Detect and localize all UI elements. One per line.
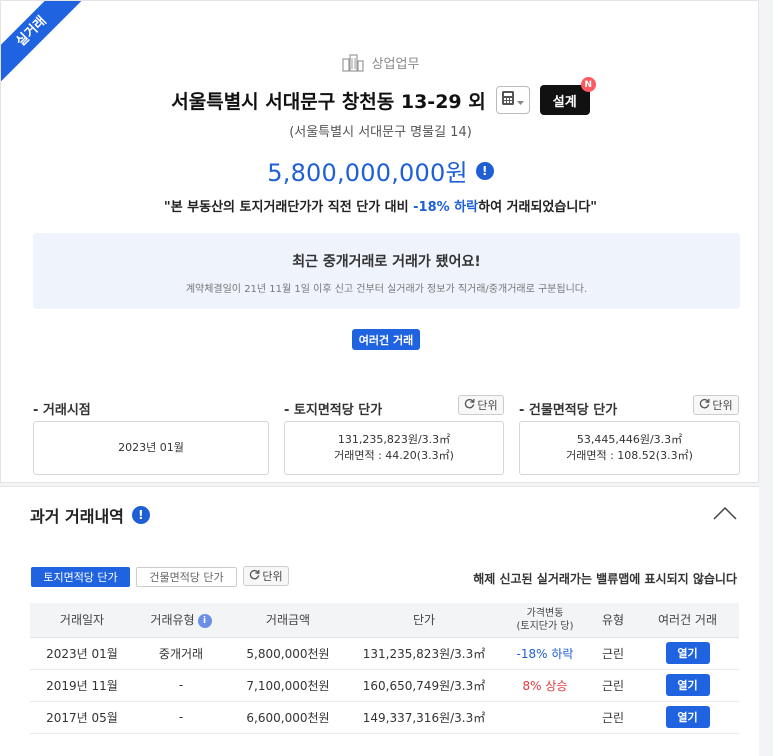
cell-type: - — [134, 701, 228, 734]
cell-type: 중개거래 — [134, 637, 228, 670]
real-transaction-ribbon: 실거래 — [1, 1, 88, 88]
refresh-icon — [699, 398, 710, 412]
category-label: 상업업무 — [371, 57, 420, 72]
cell-unit-price: 131,235,823원/3.3㎡ — [348, 637, 500, 670]
tab-building-price[interactable]: 건물면적당 단가 — [136, 567, 237, 587]
land-price-value: 131,235,823원/3.3㎡ — [337, 433, 451, 446]
cell-kind: 근린 — [590, 669, 636, 702]
cell-open: 열기 — [636, 669, 739, 702]
notice-title: 최근 중개거래로 거래가 됐어요! — [292, 254, 481, 270]
building-area-value: 거래면적 : 108.52(3.3㎡) — [566, 449, 693, 462]
open-button[interactable]: 열기 — [665, 642, 710, 664]
cell-change: -18% 하락 — [500, 637, 590, 670]
chevron-up-icon[interactable] — [713, 505, 737, 524]
notice-subtext: 계약체결일이 21년 11월 1일 이후 신고 건부터 실거래가 정보가 직거래… — [185, 284, 588, 295]
quote-suffix: 하여 거래되었습니다" — [478, 200, 598, 215]
new-badge: N — [580, 77, 596, 92]
calculator-button[interactable] — [495, 86, 530, 114]
price-row: 5,800,000,000원 ! — [1, 153, 758, 188]
cell-kind: 근린 — [590, 701, 636, 734]
tab-land-price[interactable]: 토지면적당 단가 — [31, 567, 130, 587]
cell-type: - — [134, 669, 228, 702]
open-button[interactable]: 열기 — [665, 674, 710, 696]
address-title: 서울특별시 서대문구 창천동 13-29 외 — [171, 90, 486, 113]
building-unit-button[interactable]: 단위 — [693, 395, 739, 415]
road-address: (서울특별시 서대문구 명물길 14) — [289, 125, 472, 140]
col-type-label: 거래유형 — [150, 613, 195, 628]
table-row: 2017년 05월 - 6,600,000천원 149,337,316원/3.3… — [30, 701, 739, 734]
building-price-box: 53,445,446원/3.3㎡ 거래면적 : 108.52(3.3㎡) — [519, 421, 740, 475]
cell-date: 2019년 11월 — [30, 669, 134, 702]
refresh-icon — [249, 569, 260, 583]
cell-change — [500, 701, 590, 734]
caret-down-icon — [517, 91, 525, 110]
cancel-notice: 해제 신고된 실거래가는 밸류맵에 표시되지 않습니다 — [473, 572, 737, 586]
deal-time-box: 2023년 01월 — [33, 421, 269, 475]
cell-open: 열기 — [636, 701, 739, 734]
col-change-line2: (토지단가 당) — [516, 620, 574, 632]
land-price-label: - 토지면적당 단가 — [284, 403, 383, 418]
price-change-quote: "본 부동산의 토지거래단가가 직전 단가 대비 -18% 하락하여 거래되었습… — [1, 196, 758, 215]
land-area-value: 거래면적 : 44.20(3.3㎡) — [334, 449, 454, 462]
unit-label: 단위 — [712, 399, 733, 412]
table-header-row: 거래일자 거래유형 i 거래금액 단가 가격변동 (토지단가 당) 유형 여러건 거… — [30, 603, 739, 638]
deal-price: 5,800,000,000원 — [267, 159, 468, 187]
col-change-line1: 가격변동 — [526, 607, 564, 619]
col-date: 거래일자 — [30, 603, 134, 638]
cell-open: 열기 — [636, 637, 739, 670]
col-multi: 여러건 거래 — [636, 603, 739, 638]
calculator-icon — [501, 90, 515, 110]
multi-deal-button[interactable]: 여러건 거래 — [352, 329, 420, 350]
open-button[interactable]: 열기 — [665, 706, 710, 728]
cell-unit-price: 149,337,316원/3.3㎡ — [348, 701, 500, 734]
info-icon[interactable]: ! — [131, 506, 150, 524]
brokered-notice: 최근 중개거래로 거래가 됐어요! 계약체결일이 21년 11월 1일 이후 신… — [33, 233, 740, 309]
history-unit-button[interactable]: 단위 — [243, 566, 289, 586]
col-amount: 거래금액 — [228, 603, 348, 638]
cell-unit-price: 160,650,749원/3.3㎡ — [348, 669, 500, 702]
col-type: 거래유형 i — [134, 603, 228, 638]
category: 상업업무 — [1, 53, 758, 72]
deal-time-value: 2023년 01월 — [118, 441, 184, 454]
unit-label: 단위 — [262, 570, 283, 583]
info-icon[interactable]: i — [197, 613, 212, 628]
building-price-value: 53,445,446원/3.3㎡ — [576, 433, 683, 446]
history-table: 거래일자 거래유형 i 거래금액 단가 가격변동 (토지단가 당) 유형 여러건 거… — [30, 603, 739, 734]
col-change: 가격변동 (토지단가 당) — [500, 603, 590, 638]
cell-kind: 근린 — [590, 637, 636, 670]
design-label: 설계 — [552, 94, 577, 110]
info-icon[interactable]: ! — [475, 161, 494, 180]
quote-prefix: "본 부동산의 토지거래단가가 직전 단가 대비 — [163, 200, 414, 215]
col-unit-price: 단가 — [348, 603, 500, 638]
cell-amount: 5,800,000천원 — [228, 637, 348, 670]
table-row: 2023년 01월 중개거래 5,800,000천원 131,235,823원/… — [30, 637, 739, 670]
cell-date: 2017년 05월 — [30, 701, 134, 734]
deal-time-label: - 거래시점 — [33, 403, 91, 418]
land-price-box: 131,235,823원/3.3㎡ 거래면적 : 44.20(3.3㎡) — [284, 421, 504, 475]
col-kind: 유형 — [590, 603, 636, 638]
refresh-icon — [464, 398, 475, 412]
unit-label: 단위 — [477, 399, 498, 412]
land-unit-button[interactable]: 단위 — [458, 395, 504, 415]
transaction-card: 실거래 상업업무 서울특별시 서대문구 창천동 13-29 외 설계 N (서울… — [0, 0, 759, 483]
building-price-label: - 건물면적당 단가 — [519, 403, 618, 418]
history-card: 과거 거래내역 ! 토지면적당 단가 건물면적당 단가 단위 해제 신고된 실거… — [0, 486, 759, 756]
cell-change: 8% 상승 — [500, 669, 590, 702]
cell-amount: 7,100,000천원 — [228, 669, 348, 702]
design-button[interactable]: 설계 N — [539, 77, 596, 115]
history-title: 과거 거래내역 — [30, 507, 124, 526]
cell-amount: 6,600,000천원 — [228, 701, 348, 734]
title-row: 서울특별시 서대문구 창천동 13-29 외 설계 N — [1, 77, 758, 115]
table-row: 2019년 11월 - 7,100,000천원 160,650,749원/3.3… — [30, 669, 739, 702]
quote-highlight: -18% 하락 — [413, 200, 479, 215]
history-header: 과거 거래내역 ! — [30, 503, 150, 527]
building-icon — [341, 53, 364, 72]
cell-date: 2023년 01월 — [30, 637, 134, 670]
